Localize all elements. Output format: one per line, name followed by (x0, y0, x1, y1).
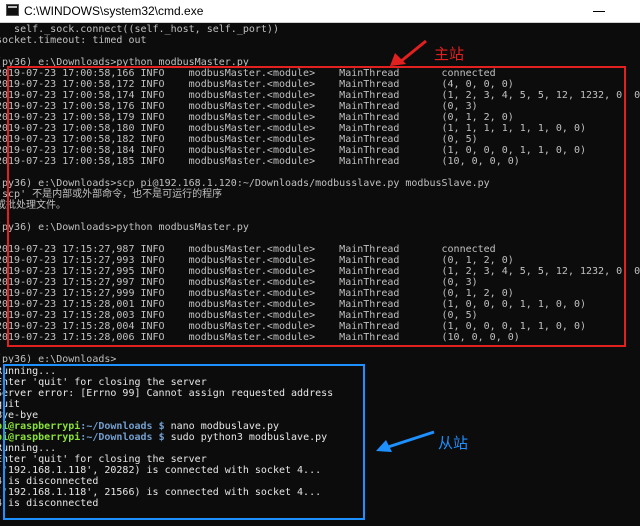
pi-console-line: ('192.168.1.118', 21566) is connected wi… (0, 487, 322, 498)
console-line: 2019-07-23 17:00:58,180 INFO modbusMaste… (0, 123, 587, 134)
pi-console-line: Bye-bye (0, 410, 39, 421)
pi-console-line: Enter 'quit' for closing the server (0, 377, 207, 388)
console-line: (py36) e:\Downloads> (0, 354, 117, 363)
prompt-command: nano modbuslave.py (164, 421, 279, 432)
console-line: (py36) e:\Downloads>python modbusMaster.… (0, 57, 249, 68)
console-line: 2019-07-23 17:00:58,184 INFO modbusMaste… (0, 145, 587, 156)
window-title: C:\WINDOWS\system32\cmd.exe (24, 4, 204, 18)
master-label: 主站 (434, 45, 465, 63)
pi-console-line: Enter 'quit' for closing the server (0, 454, 207, 465)
console-line: 2019-07-23 17:15:28,004 INFO modbusMaste… (0, 321, 587, 332)
pi-console-line: Running... (0, 443, 57, 454)
console-line: socket.timeout: timed out (0, 35, 147, 46)
windows-terminal-output[interactable]: self._sock.connect((self._host, self._po… (0, 23, 640, 363)
pi-console-line: ('192.168.1.118', 20282) is connected wi… (0, 465, 322, 476)
prompt-user-host: pi@raspberrypi (0, 421, 81, 432)
console-line: 2019-07-23 17:15:27,999 INFO modbusMaste… (0, 288, 514, 299)
console-line: (py36) e:\Downloads>scp pi@192.168.1.120… (0, 178, 490, 189)
console-line: 或批处理文件。 (0, 200, 66, 211)
console-line: 2019-07-23 17:00:58,166 INFO modbusMaste… (0, 68, 496, 79)
pi-console-line: pi@raspberrypi:~/Downloads $ nano modbus… (0, 421, 279, 432)
console-line: 2019-07-23 17:00:58,176 INFO modbusMaste… (0, 101, 478, 112)
pi-console-line: pi@raspberrypi:~/Downloads $ sudo python… (0, 432, 327, 443)
raspberry-pi-terminal-output[interactable]: Running... Enter 'quit' for closing the s… (0, 363, 640, 526)
console-line: 2019-07-23 17:00:58,174 INFO modbusMaste… (0, 90, 640, 101)
pi-console-line: 4 is disconnected (0, 498, 99, 509)
slave-arrow-icon (376, 430, 435, 452)
console-line: 2019-07-23 17:15:27,995 INFO modbusMaste… (0, 266, 640, 277)
console-line: (py36) e:\Downloads>python modbusMaster.… (0, 222, 249, 233)
console-line: 2019-07-23 17:15:28,006 INFO modbusMaste… (0, 332, 520, 343)
master-arrow-icon (390, 39, 427, 66)
pi-console-line: Server error: [Errno 99] Cannot assign r… (0, 388, 334, 399)
minimize-button[interactable] (579, 0, 619, 22)
prompt-path: :~/Downloads $ (80, 421, 165, 432)
cmd-icon (6, 4, 19, 16)
window-titlebar: C:\WINDOWS\system32\cmd.exe (0, 0, 640, 23)
console-line: self._sock.connect((self._host, self._po… (0, 24, 279, 35)
console-line: 2019-07-23 17:15:27,997 INFO modbusMaste… (0, 277, 478, 288)
console-line: 2019-07-23 17:15:27,987 INFO modbusMaste… (0, 244, 496, 255)
console-line: 2019-07-23 17:15:28,003 INFO modbusMaste… (0, 310, 478, 321)
console-line: 2019-07-23 17:00:58,182 INFO modbusMaste… (0, 134, 478, 145)
console-line: 2019-07-23 17:15:28,001 INFO modbusMaste… (0, 299, 587, 310)
console-line: 'scp' 不是内部或外部命令，也不是可运行的程序 (0, 189, 223, 200)
console-line: 2019-07-23 17:15:27,993 INFO modbusMaste… (0, 255, 514, 266)
console-line: 2019-07-23 17:00:58,185 INFO modbusMaste… (0, 156, 520, 167)
pi-console-line: 4 is disconnected (0, 476, 99, 487)
prompt-path: :~/Downloads $ (80, 432, 165, 443)
pi-console-line: quit (0, 399, 21, 410)
pi-console-line: Running... (0, 366, 57, 377)
prompt-user-host: pi@raspberrypi (0, 432, 81, 443)
slave-label: 从站 (438, 434, 469, 452)
prompt-command: sudo python3 modbuslave.py (164, 432, 328, 443)
console-line: 2019-07-23 17:00:58,172 INFO modbusMaste… (0, 79, 514, 90)
console-line: 2019-07-23 17:00:58,179 INFO modbusMaste… (0, 112, 514, 123)
